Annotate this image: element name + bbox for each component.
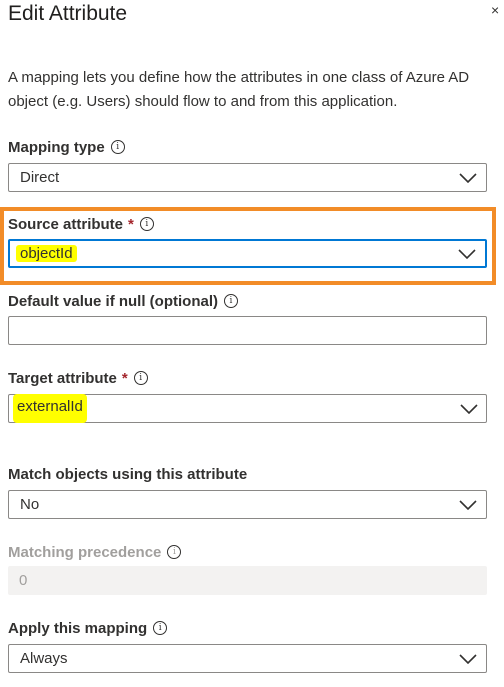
matching-precedence-input: 0 (8, 566, 487, 595)
page-title: Edit Attribute (8, 2, 128, 25)
info-icon[interactable]: i (224, 294, 238, 308)
apply-mapping-value: Always (20, 650, 68, 667)
apply-mapping-label-text: Apply this mapping (8, 619, 148, 637)
chevron-down-icon (458, 248, 476, 259)
default-value-label: Default value if null (optional) i (8, 291, 238, 311)
source-attribute-dropdown[interactable]: objectId (8, 239, 487, 268)
mapping-type-label: Mapping type i (8, 137, 125, 157)
info-icon[interactable]: i (167, 545, 182, 559)
source-attribute-value: objectId (16, 245, 77, 262)
matching-precedence-label-text: Matching precedence (8, 543, 162, 561)
chevron-down-icon (459, 653, 477, 664)
apply-mapping-label: Apply this mapping i (8, 618, 168, 638)
match-objects-value: No (20, 496, 40, 513)
apply-mapping-dropdown[interactable]: Always (8, 644, 487, 673)
default-value-input[interactable] (8, 316, 487, 345)
mapping-type-label-text: Mapping type (8, 138, 105, 156)
required-asterisk: * (121, 369, 128, 387)
info-icon[interactable]: i (133, 371, 148, 385)
target-attribute-label-text: Target attribute (8, 369, 117, 387)
target-attribute-value: externalId (13, 394, 87, 423)
mapping-description: A mapping lets you define how the attrib… (8, 69, 470, 110)
target-attribute-dropdown[interactable]: externalId (8, 394, 487, 423)
chevron-down-icon (460, 403, 478, 414)
info-icon[interactable]: i (110, 140, 125, 154)
source-attribute-label: Source attribute * i (8, 214, 154, 234)
match-objects-dropdown[interactable]: No (8, 490, 487, 519)
source-attribute-label-text: Source attribute (8, 215, 124, 233)
match-objects-label-text: Match objects using this attribute (8, 465, 248, 483)
target-attribute-label: Target attribute * i (8, 368, 148, 388)
chevron-down-icon (459, 172, 477, 183)
info-icon[interactable]: i (153, 621, 168, 635)
matching-precedence-value: 0 (19, 572, 28, 589)
default-value-label-text: Default value if null (optional) (8, 292, 218, 310)
chevron-down-icon (459, 499, 477, 510)
mapping-type-value: Direct (20, 169, 60, 186)
close-icon[interactable]: × (491, 2, 499, 18)
match-objects-label: Match objects using this attribute (8, 464, 247, 484)
mapping-type-dropdown[interactable]: Direct (8, 163, 487, 192)
info-icon[interactable]: i (139, 217, 154, 231)
matching-precedence-label: Matching precedence i (8, 542, 182, 562)
required-asterisk: * (128, 215, 134, 233)
